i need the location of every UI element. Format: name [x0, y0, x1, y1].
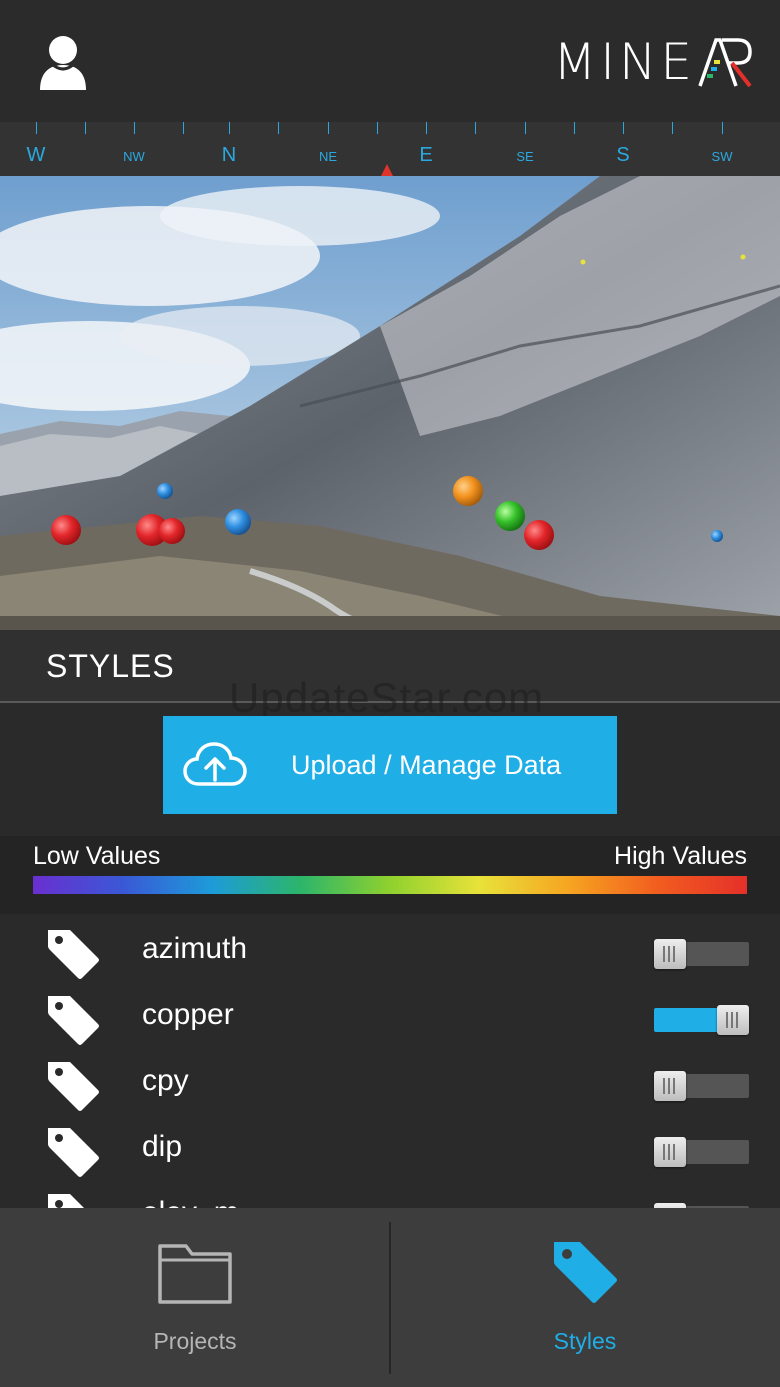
- tag-icon: [48, 1194, 84, 1208]
- data-point-marker[interactable]: [51, 515, 81, 545]
- data-point-marker[interactable]: [453, 476, 483, 506]
- attribute-toggle[interactable]: [654, 1071, 749, 1101]
- toggle-knob[interactable]: [717, 1005, 749, 1035]
- bottom-tab-bar: Projects Styles: [0, 1208, 780, 1387]
- compass-tick: [426, 122, 427, 134]
- legend-high-label: High Values: [614, 842, 747, 870]
- attribute-label: azimuth: [142, 932, 248, 965]
- compass-tick: [229, 122, 230, 134]
- compass-label-nw: NW: [123, 149, 145, 164]
- data-point-marker[interactable]: [580, 259, 586, 265]
- compass-tick: [183, 122, 184, 134]
- compass-tick: [623, 122, 624, 134]
- compass-tick: [36, 122, 37, 134]
- tab-styles-label: Styles: [553, 1328, 617, 1354]
- compass-tick: [525, 122, 526, 134]
- ar-scene-graphic: [0, 176, 780, 630]
- ar-camera-view[interactable]: [0, 176, 780, 630]
- tag-icon: [48, 1128, 99, 1177]
- tag-icon: [48, 996, 99, 1045]
- list-item: dip: [0, 1118, 780, 1184]
- data-point-marker[interactable]: [157, 483, 173, 499]
- cloud-upload-icon: [183, 742, 247, 786]
- attribute-label: dip: [142, 1130, 183, 1163]
- compass-label-ne: NE: [318, 149, 338, 164]
- tag-icon: [48, 930, 99, 979]
- heading-marker: [381, 164, 393, 176]
- minear-logo: MINE: [553, 33, 754, 91]
- attribute-list[interactable]: azimuth copper cpy dip elev_m: [0, 920, 780, 1208]
- styles-title: STYLES: [46, 648, 175, 684]
- list-item: cpy: [0, 1052, 780, 1118]
- tab-projects-label: Projects: [153, 1328, 237, 1354]
- compass-tick: [328, 122, 329, 134]
- compass-tick: [574, 122, 575, 134]
- logo-ar-mark: [698, 38, 752, 88]
- folder-icon: [158, 1244, 232, 1304]
- upload-button-label: Upload / Manage Data: [291, 749, 562, 780]
- attribute-toggle[interactable]: [654, 1137, 749, 1167]
- watermark: UpdateStar.com: [229, 674, 545, 721]
- list-item: copper: [0, 986, 780, 1052]
- compass-label-n: N: [221, 144, 237, 166]
- attribute-toggle[interactable]: [654, 939, 749, 969]
- tag-icon: [48, 1062, 99, 1111]
- compass-tick: [134, 122, 135, 134]
- toggle-knob[interactable]: [654, 1071, 686, 1101]
- data-point-marker[interactable]: [225, 509, 251, 535]
- tab-styles[interactable]: Styles: [390, 1208, 780, 1387]
- compass-label-se: SE: [516, 149, 534, 164]
- toggle-knob[interactable]: [654, 939, 686, 969]
- compass-tick: [377, 122, 378, 134]
- logo-text: MINE: [553, 33, 696, 91]
- upload-manage-data-button[interactable]: Upload / Manage Data: [163, 716, 617, 814]
- list-item: elev_m: [0, 1184, 780, 1208]
- data-point-marker[interactable]: [524, 520, 554, 550]
- attribute-toggle[interactable]: [654, 1005, 749, 1035]
- tab-projects[interactable]: Projects: [0, 1208, 390, 1387]
- compass-label-s: S: [616, 144, 630, 166]
- data-point-marker[interactable]: [740, 254, 746, 260]
- user-icon[interactable]: [38, 34, 88, 90]
- attribute-label: cpy: [142, 1064, 189, 1097]
- compass-tick: [722, 122, 723, 134]
- value-color-legend: Low Values High Values: [0, 836, 780, 914]
- attribute-label: elev_m: [142, 1196, 239, 1208]
- toggle-knob[interactable]: [654, 1137, 686, 1167]
- data-point-marker[interactable]: [495, 501, 525, 531]
- compass-tick: [672, 122, 673, 134]
- tag-icon: [554, 1242, 617, 1303]
- compass-label-sw: SW: [711, 149, 733, 164]
- legend-low-label: Low Values: [33, 842, 161, 870]
- compass-strip: W NW N NE E SE S SW: [0, 122, 780, 176]
- list-item: azimuth: [0, 920, 780, 986]
- compass-tick: [278, 122, 279, 134]
- attribute-label: copper: [142, 998, 234, 1031]
- compass-label-w: W: [26, 144, 46, 166]
- compass-tick: [475, 122, 476, 134]
- compass-tick: [85, 122, 86, 134]
- data-point-marker[interactable]: [159, 518, 185, 544]
- app-header: MINE: [0, 0, 780, 122]
- compass-label-e: E: [419, 144, 433, 166]
- data-point-marker[interactable]: [711, 530, 723, 542]
- legend-color-gradient: [33, 876, 747, 894]
